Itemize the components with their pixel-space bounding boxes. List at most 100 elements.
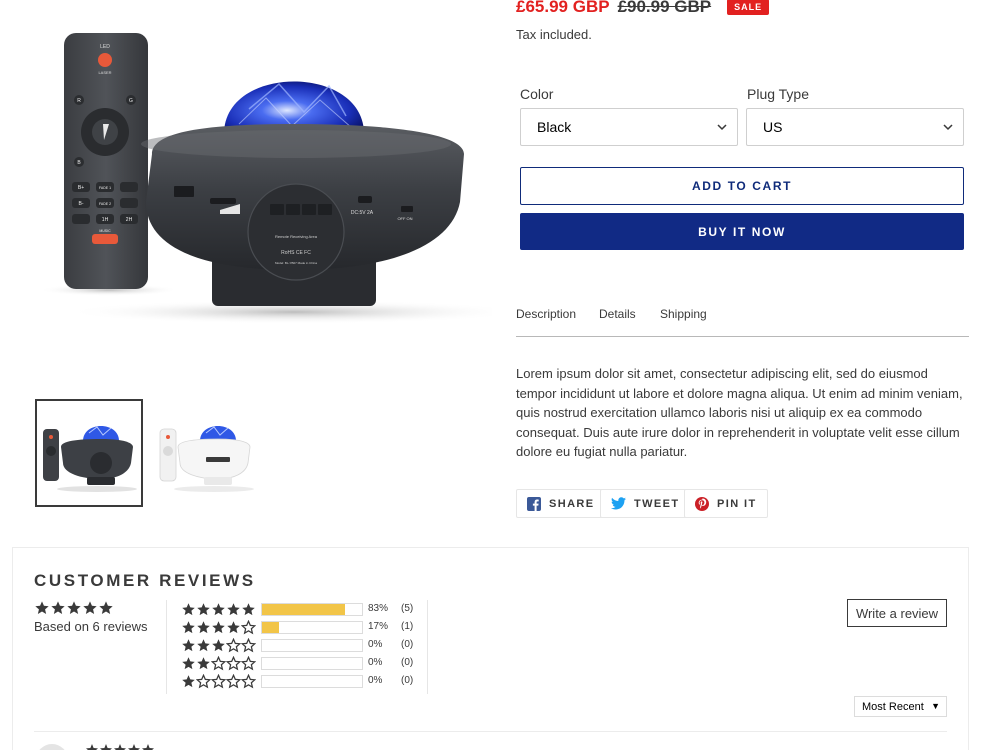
star-icon: [226, 638, 241, 653]
twitter-icon: [611, 497, 626, 510]
thumbnail-white[interactable]: [152, 399, 260, 507]
tax-note: Tax included.: [516, 27, 592, 42]
remote-bplus-label: B+: [78, 185, 84, 191]
star-icon: [241, 638, 256, 653]
rating-row-stars: [181, 674, 256, 689]
share-twitter-button[interactable]: TWEET: [600, 489, 691, 518]
rating-bar-fill: [262, 622, 279, 633]
rating-row-stars: [181, 602, 256, 617]
star-icon: [83, 601, 97, 614]
star-icon: [182, 657, 195, 670]
star-icon: [227, 603, 240, 616]
sale-price: £65.99 GBP: [516, 0, 610, 16]
color-label: Color: [520, 86, 554, 102]
regular-price: £90.99 GBP: [617, 0, 712, 16]
thumbnail-black-image: [43, 426, 137, 492]
reviewer-avatar: [39, 744, 65, 750]
add-to-cart-button[interactable]: ADD TO CART: [520, 167, 964, 205]
star-icon: [241, 656, 256, 671]
rating-percent: 0%: [368, 675, 383, 686]
average-rating-stars: [34, 600, 114, 616]
tab-details[interactable]: Details: [599, 307, 636, 321]
rating-row-2-star[interactable]: 0% (0): [181, 656, 421, 671]
rating-percent: 83%: [368, 603, 389, 614]
tabs-divider: [516, 336, 969, 337]
remote-1h-label: 1H: [102, 217, 109, 223]
remote-fade2-label: FADE 2: [99, 202, 111, 206]
color-select[interactable]: Black: [520, 108, 738, 146]
sale-badge: SALE: [727, 0, 770, 15]
star-icon: [197, 639, 210, 652]
device-panel-label: Remote Receiving Area: [275, 234, 318, 239]
star-icon: [182, 639, 195, 652]
star-icon: [197, 621, 210, 634]
star-icon: [226, 656, 241, 671]
rating-bar: [261, 639, 363, 652]
buy-it-now-button[interactable]: BUY IT NOW: [520, 213, 964, 250]
caret-down-icon: ▼: [931, 701, 940, 711]
rating-row-5-star[interactable]: 83% (5): [181, 602, 421, 616]
star-icon: [242, 603, 255, 616]
rating-row-3-star[interactable]: 0% (0): [181, 638, 421, 653]
device-cert-label: RoHS CE FC: [281, 250, 311, 256]
product-description: Lorem ipsum dolor sit amet, consectetur …: [516, 366, 963, 459]
remote-2h-label: 2H: [126, 217, 133, 223]
share-facebook-button[interactable]: SHARE: [516, 489, 606, 518]
plug-type-select[interactable]: US: [746, 108, 964, 146]
remote-led-label: LED: [100, 44, 110, 50]
thumbnail-black[interactable]: [35, 399, 143, 507]
first-review-preview: [39, 744, 154, 750]
star-icon: [182, 603, 195, 616]
rating-row-4-star[interactable]: 17% (1): [181, 620, 421, 635]
share-pinterest-button[interactable]: PIN IT: [684, 489, 768, 518]
remote-bminus-label: B-: [79, 201, 84, 207]
rating-bar-fill: [262, 604, 345, 615]
rating-percent: 0%: [368, 639, 383, 650]
price-row: £65.99 GBP £90.99 GBP SALE: [516, 0, 770, 19]
rating-row-stars: [181, 620, 256, 635]
thumbnail-white-image: [159, 426, 254, 492]
star-icon: [51, 601, 65, 614]
review-sort-select[interactable]: Most Recent ▼: [854, 696, 947, 717]
star-icon: [99, 601, 113, 614]
rating-count: (0): [401, 675, 414, 686]
plug-type-select-value: US: [763, 119, 783, 135]
tab-shipping[interactable]: Shipping: [660, 307, 707, 321]
rating-bar: [261, 657, 363, 670]
device-power-label: DC:5V 2A: [351, 210, 374, 216]
star-icon: [212, 639, 225, 652]
rating-bar: [261, 603, 363, 616]
rating-count: (5): [401, 603, 414, 614]
rating-row-1-star[interactable]: 0% (0): [181, 674, 421, 689]
write-review-button[interactable]: Write a review: [847, 599, 947, 627]
star-icon: [211, 656, 226, 671]
rating-bar: [261, 675, 363, 688]
reviews-count-text: Based on 6 reviews: [34, 619, 148, 634]
share-facebook-label: SHARE: [549, 497, 595, 510]
facebook-icon: [527, 496, 541, 511]
device-model-label: Model: BL-YB07 Made in China: [275, 261, 317, 265]
star-icon: [212, 603, 225, 616]
review-stars: [86, 744, 154, 750]
chevron-down-icon: [943, 124, 953, 131]
tab-description[interactable]: Description: [516, 307, 576, 321]
star-icon: [212, 621, 225, 634]
rating-percent: 17%: [368, 621, 389, 632]
remote-laser-label: LASER: [98, 70, 111, 75]
star-icon: [182, 621, 195, 634]
rating-histogram: 83% (5) 17% (1) 0% (0) 0% (0) 0% (0): [166, 600, 428, 694]
reviews-title: CUSTOMER REVIEWS: [34, 571, 256, 590]
star-icon: [197, 603, 210, 616]
star-icon: [196, 674, 211, 689]
reviews-divider: [34, 731, 947, 732]
remote-r-label: R: [77, 98, 81, 104]
device-switch-label: OFF ON: [397, 216, 412, 221]
plug-type-label: Plug Type: [747, 86, 810, 102]
rating-count: (1): [401, 621, 414, 632]
rating-row-stars: [181, 638, 256, 653]
star-icon: [182, 675, 195, 688]
star-icon: [227, 621, 240, 634]
product-main-image[interactable]: LED LASER R G B B+ FADE 1 B- FADE 2 1H 2…: [34, 24, 492, 330]
star-icon: [241, 674, 256, 689]
review-sort-value: Most Recent: [862, 700, 924, 713]
